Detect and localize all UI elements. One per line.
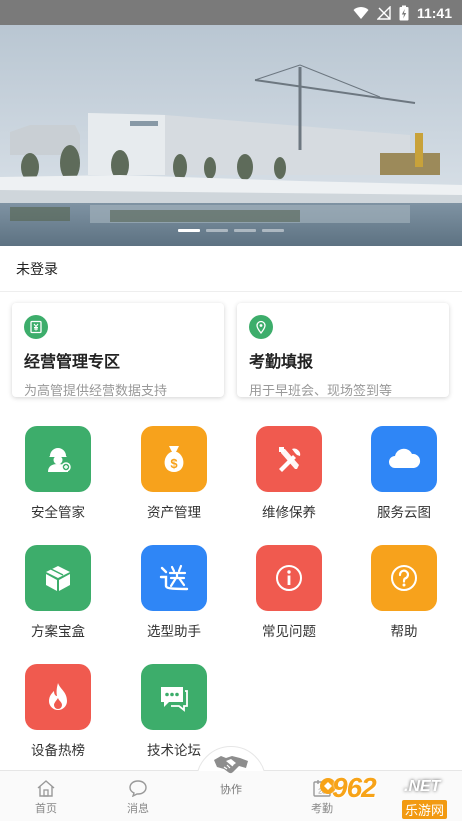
banner-carousel[interactable] (0, 25, 462, 246)
battery-charging-icon (399, 5, 409, 20)
grid-item-label: 资产管理 (147, 505, 201, 520)
login-status-text: 未登录 (16, 260, 58, 277)
tab-collaboration[interactable]: 协作 (196, 752, 266, 797)
watermark-net: .NET (404, 778, 441, 795)
watermark-logo: 962 .NET 乐游网 (318, 770, 462, 821)
grid-item-label: 技术论坛 (147, 743, 201, 758)
grid-item-label: 设备热榜 (31, 743, 85, 758)
chat-icon (141, 664, 207, 730)
card-attendance[interactable]: 考勤填报 用于早班会、现场签到等 (237, 303, 449, 398)
info-icon (256, 545, 322, 611)
carousel-dot[interactable] (178, 229, 200, 232)
watermark-number: 962 (332, 772, 377, 803)
grid-item-help[interactable]: 帮助 (354, 545, 454, 645)
box-icon (25, 545, 91, 611)
grid-item-label: 帮助 (390, 624, 418, 639)
svg-text:$: $ (170, 456, 178, 471)
login-status-row[interactable]: 未登录 (0, 246, 462, 292)
grid-item-label: 安全管家 (31, 505, 85, 520)
tab-messages[interactable]: 消息 (92, 771, 184, 821)
status-time: 11:41 (416, 4, 452, 21)
grid-item-solution-box[interactable]: 方案宝盒 (8, 545, 108, 645)
card-business-management[interactable]: 经营管理专区 为高管提供经营数据支持 (12, 303, 224, 398)
tools-icon (256, 426, 322, 492)
grid-item-maintenance[interactable]: 维修保养 (239, 426, 339, 526)
carousel-indicators (0, 229, 462, 232)
wifi-icon (353, 6, 369, 19)
grid-item-label: 维修保养 (262, 505, 316, 520)
flame-icon (25, 664, 91, 730)
main-content: 经营管理专区 为高管提供经营数据支持 考勤填报 用于早班会、现场签到等 安全管家… (0, 292, 462, 770)
carousel-dot[interactable] (262, 229, 284, 232)
message-icon (129, 780, 147, 797)
card-title: 考勤填报 (249, 354, 314, 371)
handshake-icon (214, 756, 248, 774)
card-title: 经营管理专区 (24, 354, 121, 371)
grid-item-label: 服务云图 (377, 505, 431, 520)
grid-item-label: 常见问题 (262, 624, 316, 639)
yuan-document-icon (24, 315, 48, 339)
status-bar: 11:41 (0, 0, 462, 25)
select-character-icon (141, 545, 207, 611)
location-pin-icon (249, 315, 273, 339)
money-bag-icon: $ (141, 426, 207, 492)
grid-item-selection-assistant[interactable]: 选型助手 (124, 545, 224, 645)
worker-helmet-icon (25, 426, 91, 492)
watermark-site-name: 乐游网 (402, 800, 448, 819)
question-icon (371, 545, 437, 611)
tab-label: 首页 (35, 803, 57, 815)
grid-item-faq[interactable]: 常见问题 (239, 545, 339, 645)
tab-label: 消息 (127, 803, 149, 815)
tab-home[interactable]: 首页 (0, 771, 92, 821)
carousel-dot[interactable] (206, 229, 228, 232)
card-description: 为高管提供经营数据支持 (24, 383, 168, 398)
no-signal-icon (376, 5, 391, 20)
grid-item-assets[interactable]: $ 资产管理 (124, 426, 224, 526)
carousel-dot[interactable] (234, 229, 256, 232)
home-icon (37, 780, 55, 797)
grid-item-safety[interactable]: 安全管家 (8, 426, 108, 526)
tab-label: 协作 (220, 784, 242, 796)
cloud-icon (371, 426, 437, 492)
grid-item-equipment-ranking[interactable]: 设备热榜 (8, 664, 108, 764)
grid-item-label: 选型助手 (147, 624, 201, 639)
banner-image (0, 25, 462, 246)
grid-item-label: 方案宝盒 (31, 624, 85, 639)
grid-item-cloud-service[interactable]: 服务云图 (354, 426, 454, 526)
grid-item-tech-forum[interactable]: 技术论坛 (124, 664, 224, 764)
card-description: 用于早班会、现场签到等 (249, 383, 393, 398)
